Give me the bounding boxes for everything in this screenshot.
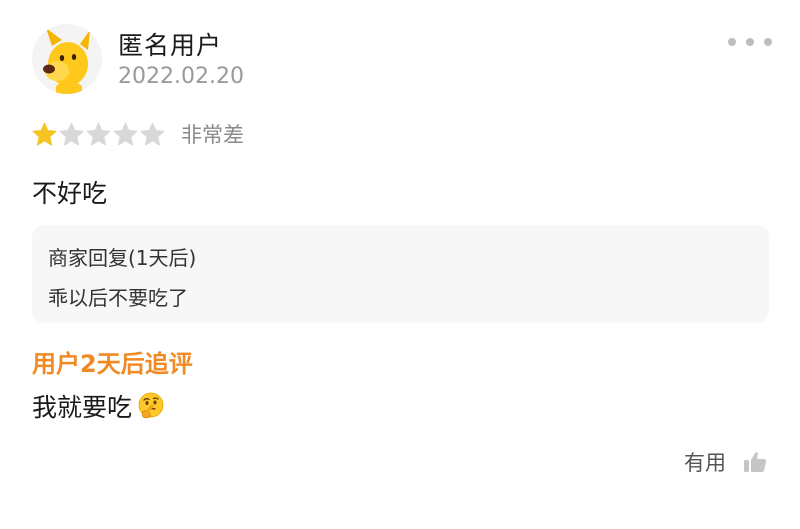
more-dots-icon [728, 38, 736, 46]
username: 匿名用户 [118, 31, 223, 60]
yellow-dog-mascot-icon [32, 24, 102, 94]
stars-container [32, 122, 167, 147]
star-empty-icon [113, 122, 138, 145]
merchant-reply-text: 乖以后不要吃了 [48, 286, 188, 310]
review-text: 不好吃 [32, 179, 108, 208]
thinking-face-emoji [138, 392, 164, 419]
followup-review: 我就要吃 [32, 388, 166, 424]
more-dots-icon [746, 38, 754, 46]
rating-label: 非常差 [181, 123, 244, 147]
review-date: 2022.02.20 [118, 64, 244, 89]
more-options-button[interactable] [728, 34, 772, 50]
star-empty-icon [140, 122, 165, 145]
star-empty-icon [59, 122, 84, 145]
followup-label: 用户2天后追评 [32, 350, 193, 378]
avatar[interactable] [32, 24, 102, 94]
star-rating: 非常差 [32, 120, 244, 148]
useful-label: 有用 [684, 451, 726, 475]
merchant-reply: 商家回复(1天后) 乖以后不要吃了 [32, 225, 769, 323]
star-empty-icon [86, 122, 111, 145]
star-filled-icon [32, 122, 57, 145]
merchant-reply-title: 商家回复(1天后) [48, 246, 197, 270]
useful-button[interactable]: 有用 [684, 447, 768, 477]
more-dots-icon [764, 38, 772, 46]
thumbs-up-icon [744, 452, 767, 472]
followup-text: 我就要吃 [32, 393, 133, 422]
